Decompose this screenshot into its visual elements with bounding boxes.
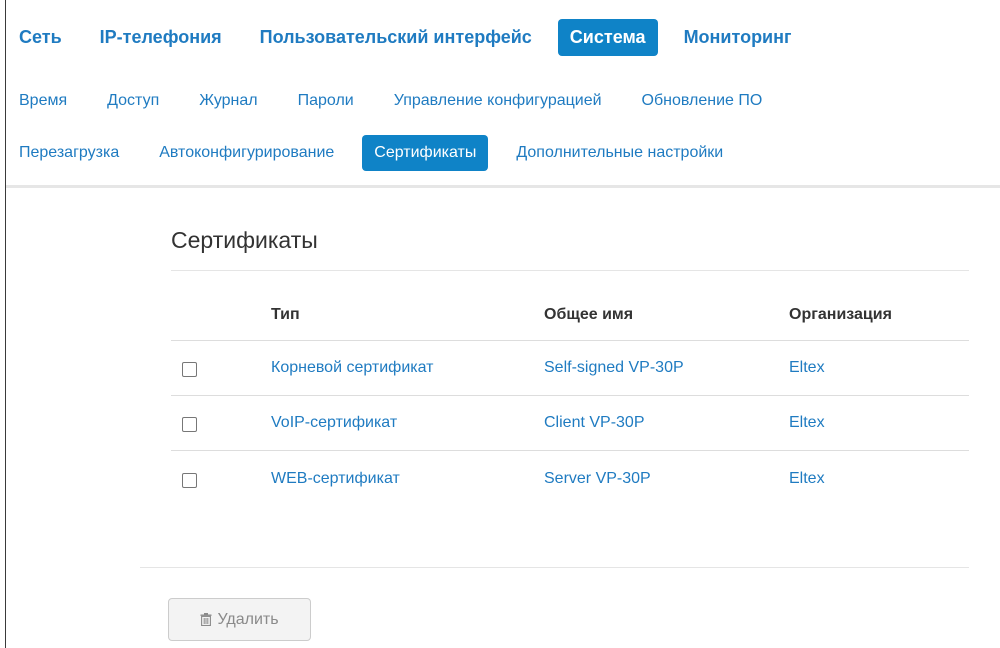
main-nav-item-network[interactable]: Сеть bbox=[6, 19, 74, 56]
row-checkbox[interactable] bbox=[182, 473, 197, 488]
sub-nav-row-2: Перезагрузка Автоконфигурирование Сертиф… bbox=[6, 133, 1000, 173]
table-row: WEB-сертификат Server VP-30P Eltex bbox=[171, 451, 969, 508]
sub-nav-item-certificates[interactable]: Сертификаты bbox=[362, 135, 489, 171]
row-select-cell bbox=[171, 395, 271, 451]
main-nav-item-monitoring[interactable]: Мониторинг bbox=[672, 19, 804, 56]
cert-common-name-link[interactable]: Self-signed VP-30P bbox=[544, 340, 789, 396]
page-title: Сертификаты bbox=[171, 227, 318, 253]
main-nav-item-user-interface[interactable]: Пользовательский интерфейс bbox=[248, 19, 544, 56]
cert-organization-link[interactable]: Eltex bbox=[789, 395, 969, 451]
sub-nav-item-passwords[interactable]: Пароли bbox=[286, 83, 366, 119]
sub-nav-item-reboot[interactable]: Перезагрузка bbox=[6, 135, 131, 171]
sub-nav-item-autoprovisioning[interactable]: Автоконфигурирование bbox=[147, 135, 346, 171]
column-header-select bbox=[171, 290, 271, 341]
sub-nav-item-log[interactable]: Журнал bbox=[187, 83, 269, 119]
cert-common-name-link[interactable]: Server VP-30P bbox=[544, 451, 789, 508]
nav-divider bbox=[6, 185, 1000, 188]
delete-button[interactable]: Удалить bbox=[168, 598, 311, 641]
row-checkbox[interactable] bbox=[182, 417, 197, 432]
cert-type-link[interactable]: Корневой сертификат bbox=[271, 340, 544, 396]
sub-nav-item-firmware-update[interactable]: Обновление ПО bbox=[630, 83, 775, 119]
column-header-organization: Организация bbox=[789, 290, 969, 341]
delete-button-label: Удалить bbox=[217, 610, 279, 628]
cert-type-link[interactable]: VoIP-сертификат bbox=[271, 395, 544, 451]
actions-divider bbox=[140, 567, 969, 568]
main-nav-item-system[interactable]: Система bbox=[557, 18, 658, 56]
cert-organization-link[interactable]: Eltex bbox=[789, 451, 969, 508]
column-header-common-name: Общее имя bbox=[544, 290, 789, 341]
row-select-cell bbox=[171, 340, 271, 396]
main-nav-item-ip-telephony[interactable]: IP-телефония bbox=[88, 19, 234, 56]
table-row: Корневой сертификат Self-signed VP-30P E… bbox=[171, 340, 969, 396]
trash-icon bbox=[200, 613, 212, 626]
sub-nav-item-config-management[interactable]: Управление конфигурацией bbox=[382, 83, 614, 119]
cert-common-name-link[interactable]: Client VP-30P bbox=[544, 395, 789, 451]
row-select-cell bbox=[171, 451, 271, 508]
sub-nav-row-1: Время Доступ Журнал Пароли Управление ко… bbox=[6, 81, 1000, 121]
row-checkbox[interactable] bbox=[182, 362, 197, 377]
cert-organization-link[interactable]: Eltex bbox=[789, 340, 969, 396]
table-header-row: Тип Общее имя Организация bbox=[171, 290, 969, 341]
certificates-table: Тип Общее имя Организация Корневой серти… bbox=[171, 290, 969, 507]
column-header-type: Тип bbox=[271, 290, 544, 341]
cert-type-link[interactable]: WEB-сертификат bbox=[271, 451, 544, 508]
table-row: VoIP-сертификат Client VP-30P Eltex bbox=[171, 395, 969, 451]
main-nav: Сеть IP-телефония Пользовательский интер… bbox=[6, 14, 1000, 60]
sub-nav-item-access[interactable]: Доступ bbox=[95, 83, 171, 119]
sub-nav-item-time[interactable]: Время bbox=[6, 83, 79, 119]
title-divider bbox=[171, 270, 969, 271]
sub-nav-item-advanced-settings[interactable]: Дополнительные настройки bbox=[504, 135, 735, 171]
